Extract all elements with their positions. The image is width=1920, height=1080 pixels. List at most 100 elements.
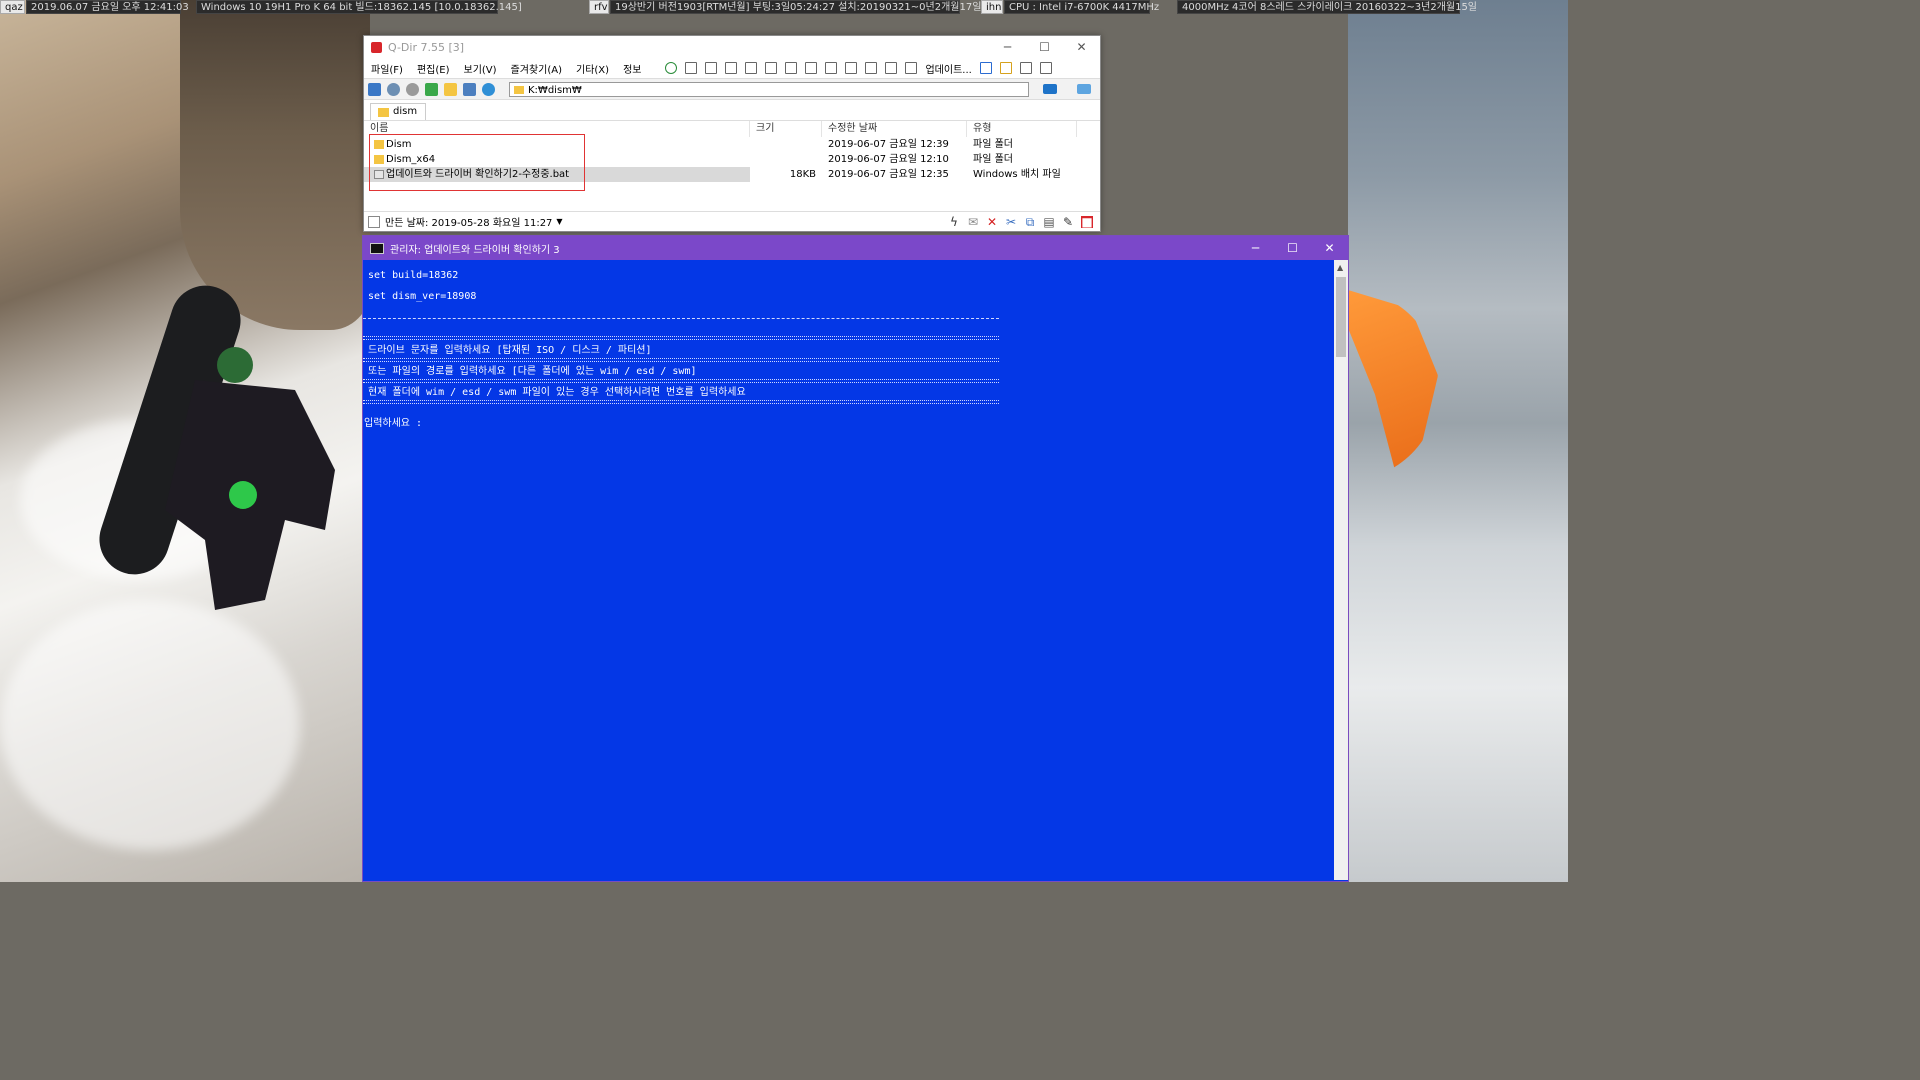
wallpaper-mountain-scene — [1348, 0, 1568, 882]
console-prompt-number: 현재 폴더에 wim / esd / swm 파일이 있는 경우 선택하시려면 … — [368, 387, 746, 398]
info-chip-rfv: rfv — [589, 0, 609, 14]
status-checkbox-icon[interactable] — [368, 215, 380, 228]
column-type[interactable]: 유형 — [967, 121, 1077, 137]
status-created-date[interactable]: 만든 날짜: 2019-05-28 화요일 11:27 — [385, 214, 552, 229]
qdir-tabbar: dism — [364, 100, 1100, 121]
mail-icon[interactable]: ✉ — [967, 216, 979, 228]
view-icon[interactable] — [463, 82, 476, 96]
chevron-down-icon[interactable]: ▼ — [556, 217, 562, 226]
monitor-icon[interactable] — [1043, 84, 1057, 94]
screen-icon[interactable] — [1077, 84, 1091, 94]
qdir-logo-icon[interactable]: ■ — [1081, 215, 1093, 228]
panel-icon[interactable] — [368, 82, 381, 96]
layout-9-icon[interactable] — [845, 62, 858, 74]
back-icon[interactable] — [387, 82, 400, 96]
console-separator — [363, 358, 999, 362]
console-titlebar[interactable]: 관리자: 업데이트와 드라이버 확인하기 3 ─ ☐ ✕ — [363, 236, 1348, 260]
console-input-prompt[interactable]: 입력하세요 : — [364, 417, 422, 430]
menu-edit[interactable]: 편집(E) — [417, 61, 450, 76]
forward-icon[interactable] — [406, 82, 419, 96]
layout-5-icon[interactable] — [765, 62, 778, 74]
layout-6-icon[interactable] — [785, 62, 798, 74]
file-type: 파일 폴더 — [973, 154, 1013, 165]
info-chip-datetime: 2019.06.07 금요일 오후 12:41:03 — [26, 0, 189, 14]
menu-favorites[interactable]: 즐겨찾기(A) — [511, 61, 562, 76]
file-type: Windows 배치 파일 — [973, 169, 1061, 180]
console-separator — [363, 400, 999, 404]
info-chip-cpu-details: 4000MHz 4코어 8스레드 스카이레이크 20160322~3년2개월15… — [1177, 0, 1477, 14]
file-size — [750, 137, 822, 152]
minimize-button[interactable]: ─ — [989, 40, 1026, 54]
globe-icon[interactable] — [665, 62, 678, 74]
address-input[interactable]: K:₩dism₩ — [509, 81, 1029, 97]
highlight-box — [369, 134, 585, 191]
qdir-app-icon — [371, 41, 382, 53]
new-folder-icon[interactable] — [444, 82, 457, 96]
menu-info[interactable]: 정보 — [623, 61, 641, 76]
console-close-button[interactable]: ✕ — [1311, 241, 1348, 255]
info-chip-qaz: qaz — [0, 0, 25, 14]
up-folder-icon[interactable] — [425, 82, 438, 96]
update-menu[interactable]: 업데이트... — [925, 61, 971, 76]
refresh-icon[interactable] — [482, 82, 495, 96]
menu-view[interactable]: 보기(V) — [464, 61, 497, 76]
file-type: 파일 폴더 — [973, 139, 1013, 150]
layout-1-icon[interactable] — [685, 62, 698, 74]
tools-icon[interactable] — [1019, 62, 1032, 74]
paste-icon[interactable]: ▤ — [1043, 216, 1055, 228]
console-output[interactable]: set build=18362 set dism_ver=18908 드라이브 … — [363, 260, 1348, 880]
layout-3-icon[interactable] — [725, 62, 738, 74]
edit-icon[interactable]: ✎ — [1062, 216, 1074, 228]
console-line-build: set build=18362 — [368, 270, 459, 281]
star-icon[interactable] — [999, 62, 1012, 74]
maximize-button[interactable]: ☐ — [1026, 40, 1063, 54]
console-maximize-button[interactable]: ☐ — [1274, 241, 1311, 255]
console-prompt-path: 또는 파일의 경로를 입력하세요 [다른 폴더에 있는 wim / esd / … — [368, 366, 697, 377]
column-modified[interactable]: 수정한 날짜 — [822, 121, 967, 137]
layout-8-icon[interactable] — [825, 62, 838, 74]
menu-file[interactable]: 파일(F) — [371, 61, 403, 76]
console-separator — [363, 318, 999, 319]
lightning-icon[interactable]: ϟ — [948, 216, 960, 228]
scroll-up-icon[interactable]: ▲ — [1337, 263, 1343, 272]
download-icon[interactable] — [979, 62, 992, 74]
layout-2-icon[interactable] — [705, 62, 718, 74]
scroll-thumb[interactable] — [1336, 277, 1346, 357]
info-chip-ihn: ihn — [981, 0, 1003, 14]
tab-dism[interactable]: dism — [370, 103, 427, 120]
file-modified: 2019-06-07 금요일 12:39 — [828, 139, 949, 150]
column-size[interactable]: 크기 — [750, 121, 822, 137]
layout-toolbar: 업데이트... — [665, 61, 1059, 76]
file-size: 18KB — [789, 169, 816, 180]
file-modified: 2019-06-07 금요일 12:10 — [828, 154, 949, 165]
close-button[interactable]: ✕ — [1063, 40, 1100, 54]
wallpaper-snowboarder-scene — [0, 0, 370, 882]
qdir-title: Q-Dir 7.55 [3] — [388, 40, 465, 54]
cut-icon[interactable]: ✂ — [1005, 216, 1017, 228]
qdir-addressbar: K:₩dism₩ — [364, 78, 1100, 100]
console-title: 관리자: 업데이트와 드라이버 확인하기 3 — [390, 244, 560, 256]
info-chip-version: 19상반기 버전1903[RTM년월] 부팅:3일05:24:27 설치:201… — [610, 0, 981, 14]
copy-icon[interactable]: ⧉ — [1024, 216, 1036, 228]
console-line-dism: set dism_ver=18908 — [368, 291, 477, 302]
delete-icon[interactable]: ✕ — [986, 216, 998, 228]
console-scrollbar[interactable]: ▲ — [1334, 260, 1348, 880]
info-chip-cpu: CPU : Intel i7-6700K 4417MHz — [1004, 0, 1159, 14]
info-chip-os: Windows 10 19H1 Pro K 64 bit 빌드:18362.14… — [196, 0, 522, 14]
layout-4-icon[interactable] — [745, 62, 758, 74]
system-info-bar: qaz 2019.06.07 금요일 오후 12:41:03 Windows 1… — [0, 0, 1568, 15]
console-separator — [363, 379, 999, 383]
qdir-titlebar[interactable]: Q-Dir 7.55 [3] ─ ☐ ✕ — [364, 36, 1100, 58]
file-modified: 2019-06-07 금요일 12:35 — [828, 169, 949, 180]
layout-11-icon[interactable] — [885, 62, 898, 74]
console-prompt-drive: 드라이브 문자를 입력하세요 [탑재된 ISO / 디스크 / 파티션] — [368, 345, 652, 356]
console-icon — [370, 242, 384, 254]
menu-extras[interactable]: 기타(X) — [576, 61, 609, 76]
layout-10-icon[interactable] — [865, 62, 878, 74]
layout-7-icon[interactable] — [805, 62, 818, 74]
console-minimize-button[interactable]: ─ — [1237, 241, 1274, 255]
layout-12-icon[interactable] — [905, 62, 918, 74]
window-icon[interactable] — [1039, 62, 1052, 74]
wallpaper-snowboarder — [99, 285, 335, 610]
qdir-menubar: 파일(F) 편집(E) 보기(V) 즐겨찾기(A) 기타(X) 정보 업데이트.… — [364, 58, 1100, 78]
